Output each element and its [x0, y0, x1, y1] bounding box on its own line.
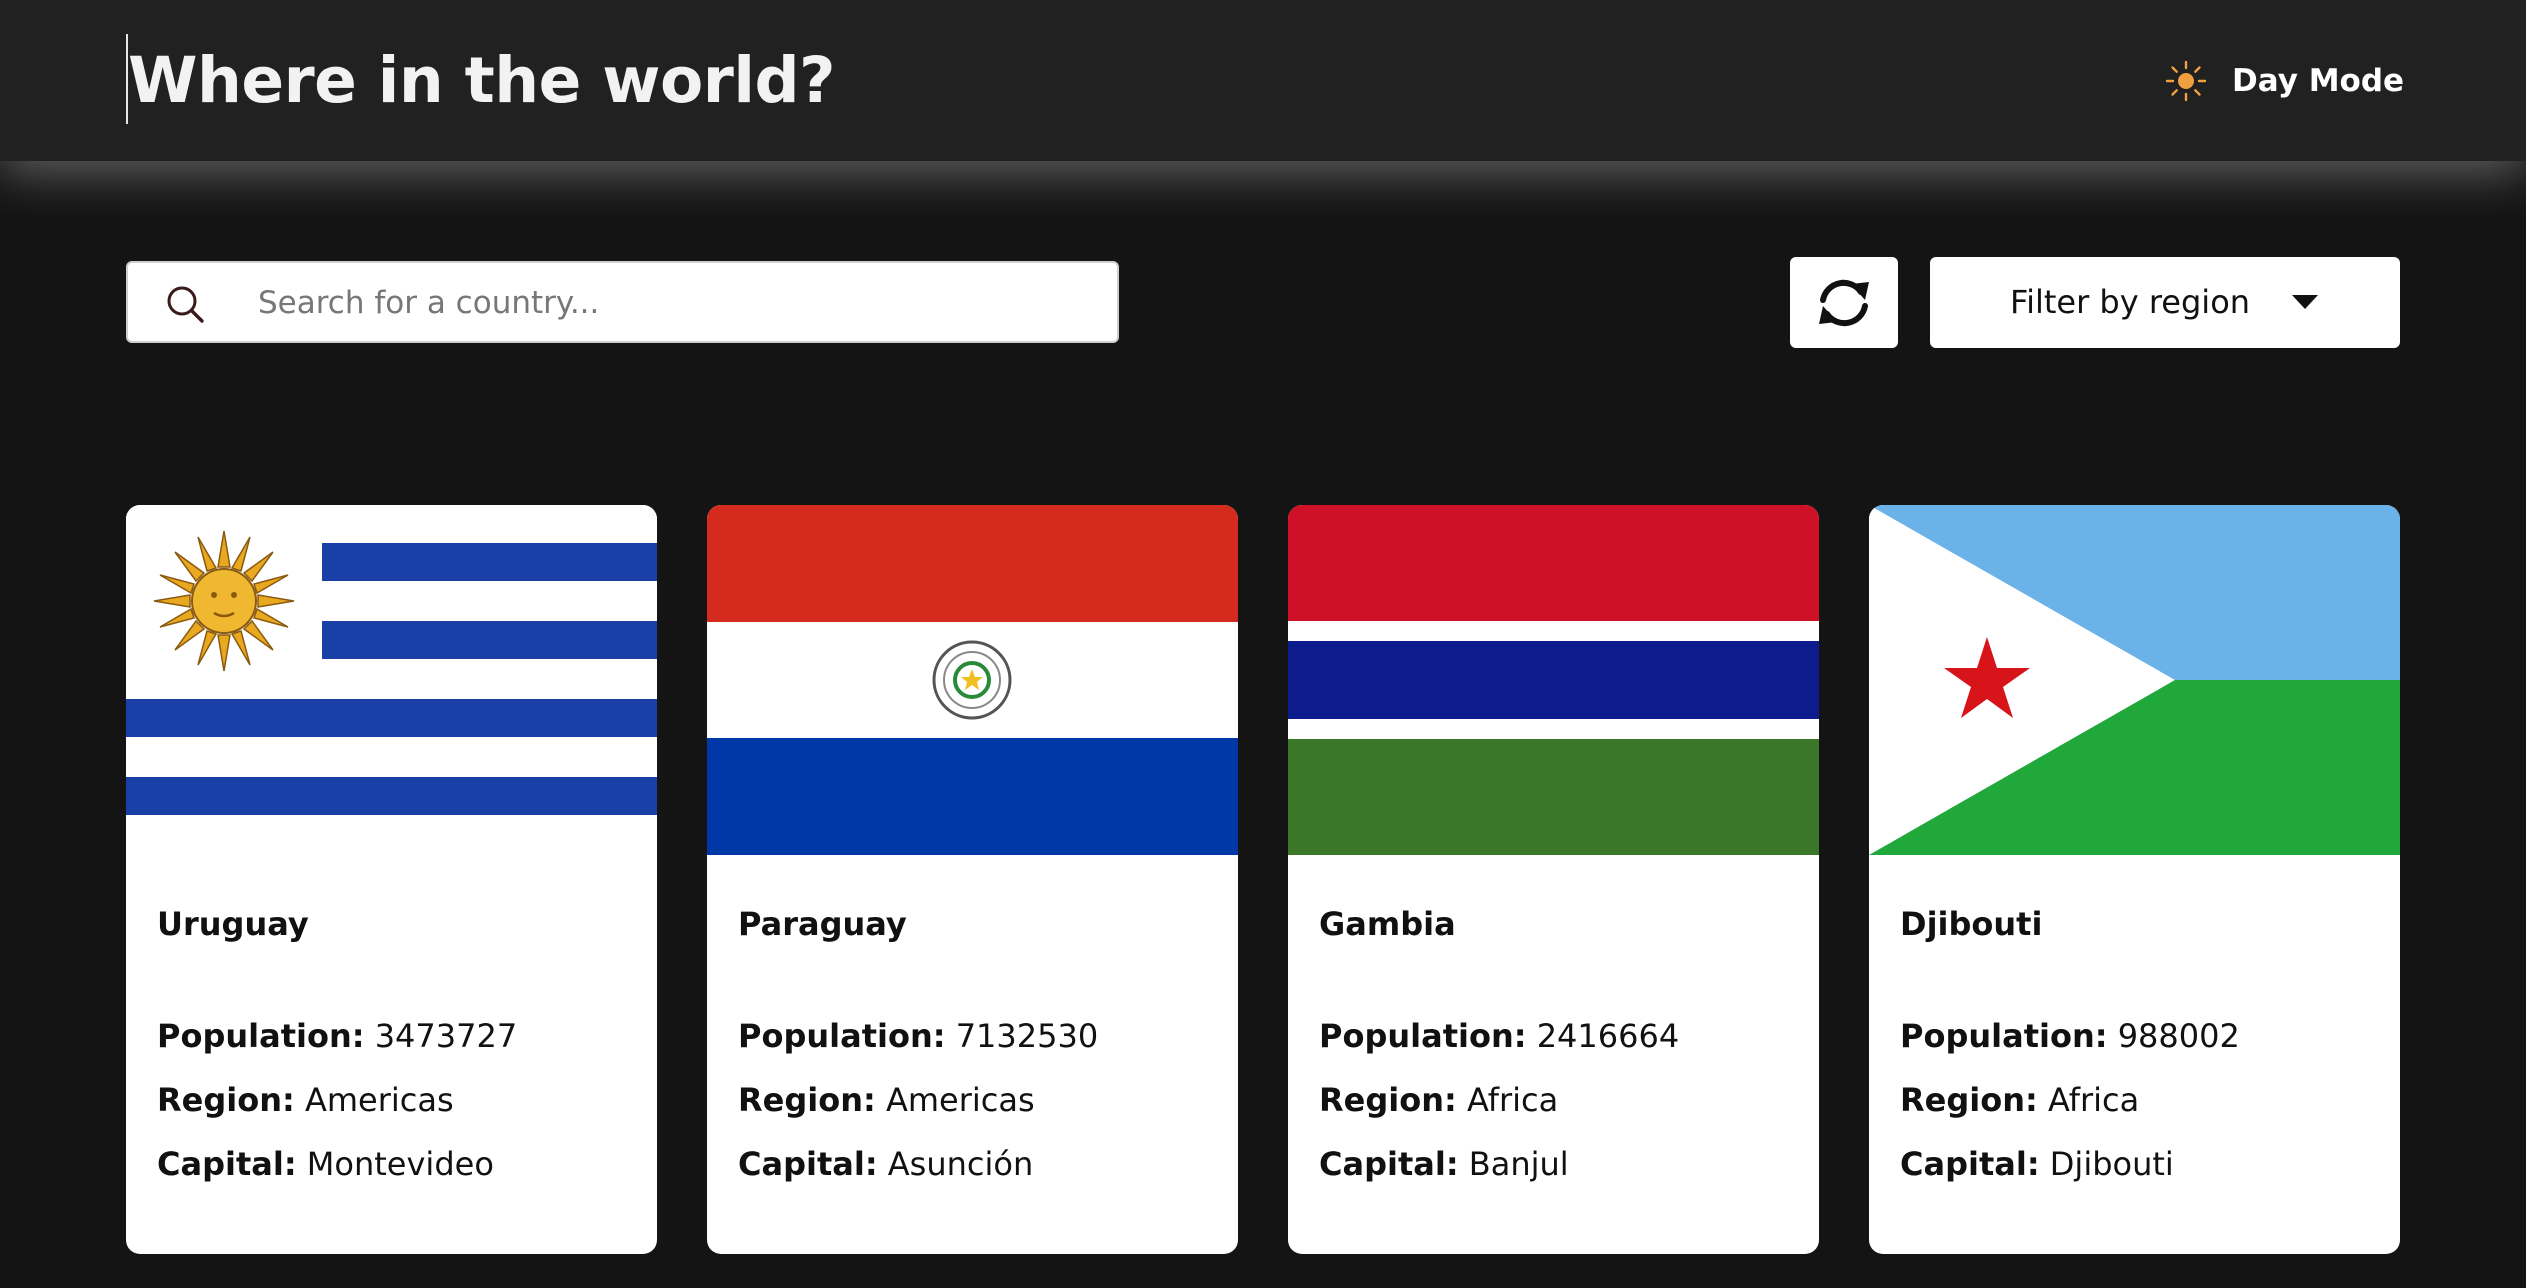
- search-icon: [167, 286, 204, 323]
- sun-icon: [2165, 60, 2207, 102]
- region-row: Region: Africa: [1900, 1081, 2139, 1119]
- population-label: Population:: [1319, 1017, 1527, 1055]
- refresh-button[interactable]: [1790, 257, 1898, 348]
- page-title: Where in the world?: [128, 44, 836, 117]
- search-box[interactable]: [126, 261, 1119, 343]
- capital-value: Djibouti: [2049, 1145, 2174, 1183]
- capital-row: Capital: Montevideo: [157, 1145, 494, 1183]
- population-value: 988002: [2117, 1017, 2240, 1055]
- region-value: Africa: [2047, 1081, 2140, 1119]
- country-name: Uruguay: [157, 905, 309, 943]
- flag-image: [707, 505, 1238, 855]
- capital-label: Capital:: [738, 1145, 878, 1183]
- search-input[interactable]: [256, 273, 1100, 333]
- population-value: 2416664: [1536, 1017, 1680, 1055]
- country-name: Djibouti: [1900, 905, 2043, 943]
- flag-image: [126, 505, 657, 855]
- filter-label: Filter by region: [2010, 283, 2251, 321]
- capital-row: Capital: Asunción: [738, 1145, 1033, 1183]
- region-label: Region:: [1319, 1081, 1457, 1119]
- country-name: Gambia: [1319, 905, 1456, 943]
- region-row: Region: Americas: [157, 1081, 454, 1119]
- population-label: Population:: [1900, 1017, 2108, 1055]
- day-mode-toggle[interactable]: Day Mode: [2164, 50, 2404, 112]
- country-name: Paraguay: [738, 905, 907, 943]
- population-row: Population: 988002: [1900, 1017, 2240, 1055]
- capital-value: Asunción: [887, 1145, 1034, 1183]
- region-value: Americas: [304, 1081, 454, 1119]
- flag-image: [1288, 505, 1819, 855]
- population-row: Population: 3473727: [157, 1017, 517, 1055]
- region-row: Region: Americas: [738, 1081, 1035, 1119]
- region-value: Americas: [885, 1081, 1035, 1119]
- capital-value: Banjul: [1468, 1145, 1569, 1183]
- population-value: 3473727: [374, 1017, 518, 1055]
- population-row: Population: 7132530: [738, 1017, 1098, 1055]
- day-mode-label: Day Mode: [2232, 63, 2405, 99]
- region-label: Region:: [1900, 1081, 2038, 1119]
- app-header: Where in the world? Day Mode: [0, 0, 2526, 161]
- capital-label: Capital:: [157, 1145, 297, 1183]
- region-label: Region:: [157, 1081, 295, 1119]
- region-value: Africa: [1466, 1081, 1559, 1119]
- population-label: Population:: [738, 1017, 946, 1055]
- flag-image: [1869, 505, 2400, 855]
- capital-value: Montevideo: [306, 1145, 494, 1183]
- region-filter-dropdown[interactable]: Filter by region: [1930, 257, 2400, 348]
- region-row: Region: Africa: [1319, 1081, 1558, 1119]
- capital-row: Capital: Banjul: [1319, 1145, 1569, 1183]
- population-row: Population: 2416664: [1319, 1017, 1679, 1055]
- region-label: Region:: [738, 1081, 876, 1119]
- country-card-djibouti[interactable]: Djibouti Population: 988002 Region: Afri…: [1869, 505, 2400, 1254]
- country-card-paraguay[interactable]: Paraguay Population: 7132530 Region: Ame…: [707, 505, 1238, 1254]
- refresh-icon: [1819, 279, 1869, 326]
- population-value: 7132530: [955, 1017, 1099, 1055]
- country-card-gambia[interactable]: Gambia Population: 2416664 Region: Afric…: [1288, 505, 1819, 1254]
- population-label: Population:: [157, 1017, 365, 1055]
- capital-label: Capital:: [1319, 1145, 1459, 1183]
- capital-row: Capital: Djibouti: [1900, 1145, 2174, 1183]
- country-card-uruguay[interactable]: Uruguay Population: 3473727 Region: Amer…: [126, 505, 657, 1254]
- capital-label: Capital:: [1900, 1145, 2040, 1183]
- caret-down-icon: [2292, 295, 2318, 309]
